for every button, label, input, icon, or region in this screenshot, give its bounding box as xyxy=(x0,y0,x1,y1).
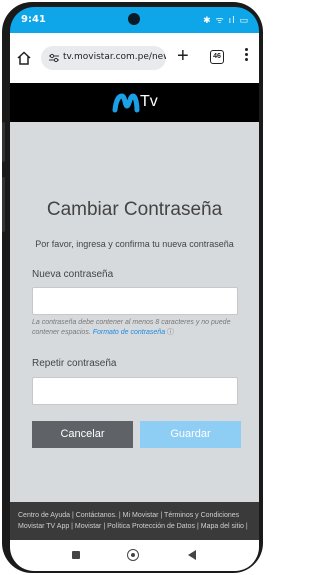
recents-icon[interactable] xyxy=(72,551,80,559)
page-title: Cambiar Contraseña xyxy=(46,199,223,220)
new-password-field[interactable] xyxy=(32,287,238,315)
cancel-button[interactable]: Cancelar xyxy=(32,421,133,448)
camera-cutout xyxy=(128,13,140,25)
back-icon[interactable] xyxy=(188,550,196,560)
status-icons: ✱ ᯤ ıl ▭ xyxy=(203,16,249,26)
repeat-password-field[interactable] xyxy=(32,377,238,405)
browser-menu-icon[interactable] xyxy=(245,48,249,63)
address-bar[interactable]: tv.movistar.com.pe/newPa xyxy=(41,46,166,70)
page-subtitle: Por favor, ingresa y confirma tu nueva c… xyxy=(35,239,234,249)
brand-header: Tv xyxy=(10,83,259,122)
new-password-label: Nueva contraseña xyxy=(32,269,114,280)
android-nav-bar xyxy=(10,540,259,571)
site-settings-icon[interactable] xyxy=(49,53,59,63)
phone-frame: 9:41 ✱ ᯤ ıl ▭ tv.movistar.com.pe/newPa +… xyxy=(2,2,263,573)
status-time: 9:41 xyxy=(21,14,46,25)
brand-tv-label: Tv xyxy=(140,93,158,110)
power-button xyxy=(2,177,5,232)
footer-links: Centro de Ayuda | Contáctanos. | Mi Movi… xyxy=(10,502,259,540)
save-button[interactable]: Guardar xyxy=(140,421,241,448)
status-bar: 9:41 ✱ ᯤ ıl ▭ xyxy=(10,7,259,33)
browser-toolbar: tv.movistar.com.pe/newPa + 46 xyxy=(10,33,259,83)
new-tab-button[interactable]: + xyxy=(177,44,189,68)
repeat-password-label: Repetir contraseña xyxy=(32,358,117,369)
password-format-link[interactable]: Formato de contraseña xyxy=(93,329,165,336)
home-nav-icon[interactable] xyxy=(127,549,139,561)
footer-text[interactable]: Centro de Ayuda | Contáctanos. | Mi Movi… xyxy=(10,502,259,532)
volume-button xyxy=(2,122,5,162)
home-icon[interactable] xyxy=(17,51,31,65)
url-text: tv.movistar.com.pe/newPa xyxy=(63,52,166,62)
password-hint: La contraseña debe contener al menos 8 c… xyxy=(32,318,242,338)
screen: 9:41 ✱ ᯤ ıl ▭ tv.movistar.com.pe/newPa +… xyxy=(10,7,259,571)
tab-switcher-button[interactable]: 46 xyxy=(210,50,224,64)
info-icon[interactable]: ⓘ xyxy=(167,329,174,336)
change-password-panel: Cambiar Contraseña Por favor, ingresa y … xyxy=(10,122,259,502)
